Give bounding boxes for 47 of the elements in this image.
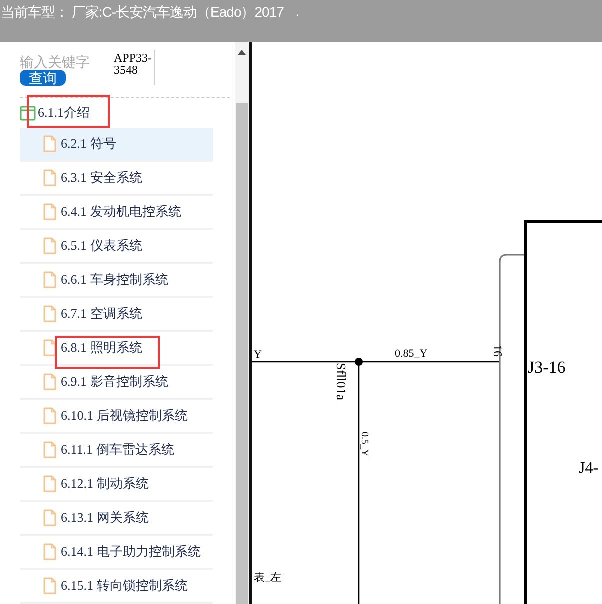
trailing-mark: . xyxy=(296,4,300,21)
file-icon xyxy=(43,509,57,527)
wire-label: 0.85_Y xyxy=(395,348,428,360)
scrollbar-thumb[interactable] xyxy=(236,103,248,604)
file-icon xyxy=(43,237,57,255)
file-icon xyxy=(43,271,57,289)
tree-item[interactable]: 6.12.1 制动系统 xyxy=(20,468,213,502)
tree-item[interactable]: 6.9.1 影音控制系统 xyxy=(20,366,213,400)
splice-label: Sfll01a xyxy=(334,363,349,401)
file-icon xyxy=(43,169,57,187)
tree-item[interactable]: 6.8.1 照明系统 xyxy=(20,332,213,366)
wire-label: Y xyxy=(254,349,262,361)
tree-item[interactable]: 6.6.1 车身控制系统 xyxy=(20,264,213,298)
search-button[interactable]: 查询 xyxy=(20,70,66,86)
file-icon xyxy=(43,305,57,323)
file-icon xyxy=(43,441,57,459)
file-icon xyxy=(43,475,57,493)
tree-item[interactable]: 6.13.1 网关系统 xyxy=(20,502,213,536)
file-icon xyxy=(43,543,57,561)
keyword-field[interactable]: 输入关键字 xyxy=(20,55,110,70)
junction-dot-icon xyxy=(355,358,363,366)
wire-label: 0.5_Y xyxy=(359,432,370,457)
tree-item[interactable]: 6.4.1 发动机电控系统 xyxy=(20,196,213,230)
file-icon xyxy=(43,373,57,391)
tree-item[interactable]: 6.7.1 空调系统 xyxy=(20,298,213,332)
tree-item[interactable]: 6.15.1 转向锁控制系统 xyxy=(20,570,213,604)
tree-item[interactable]: 6.10.1 后视镜控制系统 xyxy=(20,400,213,434)
file-icon xyxy=(43,339,57,357)
scrollbar[interactable] xyxy=(235,42,249,604)
tree-item[interactable]: 6.14.1 电子助力控制系统 xyxy=(20,536,213,570)
file-icon xyxy=(43,203,57,221)
side-label: 表_左 xyxy=(254,572,282,584)
connector-label: J4- xyxy=(579,460,599,477)
tree-item[interactable]: 6.11.1 倒车雷达系统 xyxy=(20,434,213,468)
triangle-up-icon xyxy=(238,50,246,54)
file-icon xyxy=(43,135,57,153)
connector-label: J3-16 xyxy=(528,358,566,377)
document-code: APP33-3548 xyxy=(114,50,154,76)
tree-item[interactable]: 6.3.1 安全系统 xyxy=(20,162,213,196)
tree-item[interactable]: 6.2.1 符号 xyxy=(20,128,213,162)
vehicle-title: 当前车型： 厂家:C-长安汽车逸动（Eado）2017 xyxy=(1,4,284,21)
tree-item[interactable]: 6.1.1介绍 xyxy=(20,98,213,128)
file-icon xyxy=(43,577,57,595)
folder-icon xyxy=(20,105,36,121)
file-icon xyxy=(43,407,57,425)
pin-label: 16 xyxy=(491,345,505,357)
tree-item[interactable]: 6.5.1 仪表系统 xyxy=(20,230,213,264)
